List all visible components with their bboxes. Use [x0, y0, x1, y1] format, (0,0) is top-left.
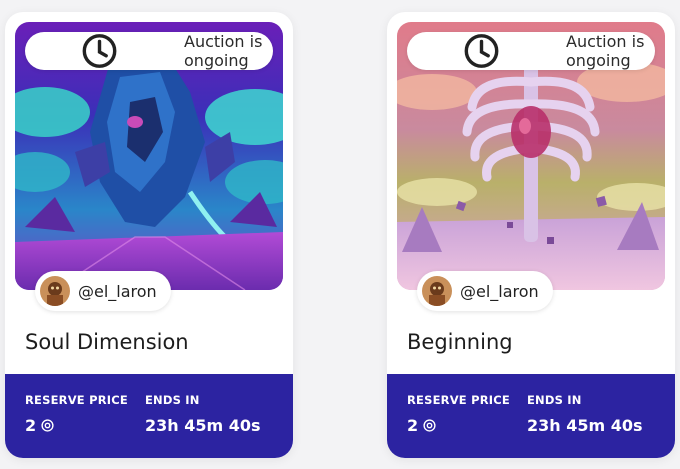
ends-in: ENDS IN 23h 45m 40s	[527, 393, 643, 435]
reserve-price: RESERVE PRICE 2	[407, 393, 510, 435]
auction-status-badge: Auction is ongoing	[407, 32, 655, 70]
creator-chip[interactable]: @el_laron	[35, 271, 171, 311]
reserve-price-row: 2	[25, 416, 128, 435]
reserve-price-value: 2	[407, 416, 419, 435]
ends-in: ENDS IN 23h 45m 40s	[145, 393, 261, 435]
auction-info-footer: RESERVE PRICE 2 ENDS IN 23h 45m 40s	[5, 374, 293, 458]
auction-status-badge: Auction is ongoing	[25, 32, 273, 70]
ends-in-value: 23h 45m 40s	[145, 416, 261, 435]
creator-avatar[interactable]	[422, 276, 452, 306]
artwork-title[interactable]: Soul Dimension	[25, 330, 189, 354]
creator-handle[interactable]: @el_laron	[460, 282, 539, 301]
auction-card[interactable]: Auction is ongoing @el_laron Beginning R…	[387, 12, 675, 458]
ends-in-value: 23h 45m 40s	[527, 416, 643, 435]
artwork-image[interactable]: Auction is ongoing	[397, 22, 665, 290]
creator-handle[interactable]: @el_laron	[78, 282, 157, 301]
coin-icon	[423, 419, 436, 432]
coin-icon	[41, 419, 54, 432]
reserve-price-row: 2	[407, 416, 510, 435]
auction-status-label: Auction is ongoing	[566, 32, 645, 70]
reserve-price: RESERVE PRICE 2	[25, 393, 128, 435]
auction-grid: Auction is ongoing @el_laron Soul Dimens…	[0, 0, 680, 469]
auction-status-label: Auction is ongoing	[184, 32, 263, 70]
ends-in-caption: ENDS IN	[145, 393, 200, 407]
auction-card[interactable]: Auction is ongoing @el_laron Soul Dimens…	[5, 12, 293, 458]
reserve-price-value: 2	[25, 416, 37, 435]
clock-icon	[464, 34, 499, 68]
creator-avatar[interactable]	[40, 276, 70, 306]
artwork-image[interactable]: Auction is ongoing	[15, 22, 283, 290]
ends-in-caption: ENDS IN	[527, 393, 582, 407]
creator-chip[interactable]: @el_laron	[417, 271, 553, 311]
reserve-price-caption: RESERVE PRICE	[407, 393, 510, 407]
auction-info-footer: RESERVE PRICE 2 ENDS IN 23h 45m 40s	[387, 374, 675, 458]
clock-icon	[82, 34, 117, 68]
artwork-title[interactable]: Beginning	[407, 330, 513, 354]
reserve-price-caption: RESERVE PRICE	[25, 393, 128, 407]
